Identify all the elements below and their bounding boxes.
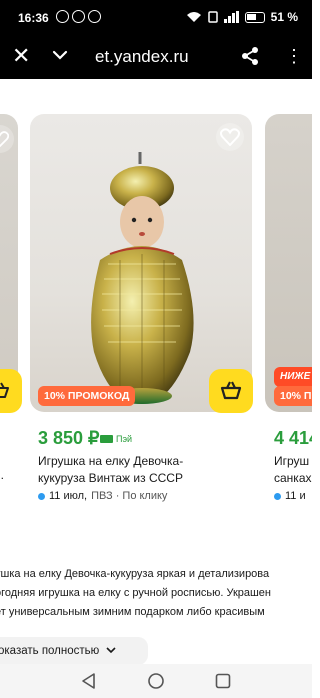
battery-icon [244, 11, 265, 23]
favorite-heart-icon[interactable] [216, 123, 244, 151]
signal-icon [223, 11, 239, 23]
url-text[interactable]: et.yandex.ru [95, 47, 189, 67]
payment-method: Пэй [100, 434, 132, 444]
status-right: 51 % [186, 10, 298, 24]
share-icon[interactable] [240, 46, 260, 66]
promo-badge: 10% ПР [274, 386, 312, 406]
payment-label: Пэй [116, 434, 133, 444]
delivery-dot-icon [38, 492, 45, 500]
product-carousel[interactable]: ... [0, 79, 312, 539]
promo-badge-lower-price: НИЖЕ Р [274, 367, 312, 387]
battery-level: 51 % [270, 10, 298, 24]
product-title-left[interactable]: ... [0, 467, 4, 484]
whatsapp-icon [56, 10, 69, 23]
card-icon [100, 435, 113, 443]
chevron-down-icon [106, 647, 117, 654]
product-title-right-line2: санках [274, 471, 312, 485]
system-navigation-bar [0, 664, 312, 698]
back-icon[interactable] [80, 672, 98, 690]
delivery-date-right: 11 и [285, 490, 306, 502]
show-more-label: оказать полностью [0, 645, 100, 657]
show-more-button[interactable]: оказать полностью [0, 637, 148, 665]
ornament-image [91, 152, 194, 404]
delivery-date: 11 июл, [49, 490, 88, 502]
product-title-right-line1: Игруш [274, 454, 310, 468]
close-icon[interactable]: ✕ [12, 44, 30, 68]
description-line: ушка на елку Девочка-кукуруза яркая и де… [0, 568, 270, 580]
product-title-line1: Игрушка на елку Девочка- [38, 454, 184, 468]
delivery-info-right: 11 и [274, 490, 306, 502]
product-image-main[interactable] [30, 114, 252, 412]
delivery-dot-icon [274, 492, 281, 500]
product-price[interactable]: 3 850 ₽ [38, 428, 100, 449]
promo-badge: 10% ПРОМОКОД [38, 386, 136, 406]
cart-icon [220, 381, 242, 400]
status-bar: 16:36 51 % [0, 0, 312, 36]
whatsapp-icon [88, 10, 101, 23]
product-description: ушка на елку Девочка-кукуруза яркая и де… [0, 565, 312, 622]
cart-icon [0, 382, 9, 398]
delivery-method: ПВЗ · По клику [91, 490, 168, 502]
battery-saver-icon [207, 11, 218, 23]
product-title-line2: кукуруза Винтаж из СССР [38, 471, 183, 485]
status-time: 16:36 [18, 11, 49, 25]
whatsapp-icon [72, 10, 85, 23]
recents-icon[interactable] [214, 672, 232, 690]
description-line: огодняя игрушка на елку с ручной роспись… [0, 587, 272, 599]
more-menu-icon[interactable]: ⋮ [285, 46, 303, 66]
description-line: ет универсальным зимним подарком либо кр… [0, 606, 265, 618]
add-to-cart-button[interactable] [0, 369, 22, 413]
notification-icons [56, 10, 101, 23]
browser-toolbar: ✕ et.yandex.ru ⋮ [0, 36, 312, 79]
product-title-right[interactable]: Игруш санках [274, 453, 312, 487]
product-title[interactable]: Игрушка на елку Девочка- кукуруза Винтаж… [38, 453, 248, 487]
product-image-left[interactable] [0, 114, 18, 412]
delivery-info: 11 июл, ПВЗ · По клику [38, 490, 167, 502]
chevron-down-icon[interactable] [52, 47, 68, 63]
product-price-right[interactable]: 4 414 [274, 428, 312, 449]
wifi-icon [186, 12, 201, 22]
home-icon[interactable] [147, 672, 165, 690]
add-to-cart-button[interactable] [209, 369, 253, 413]
